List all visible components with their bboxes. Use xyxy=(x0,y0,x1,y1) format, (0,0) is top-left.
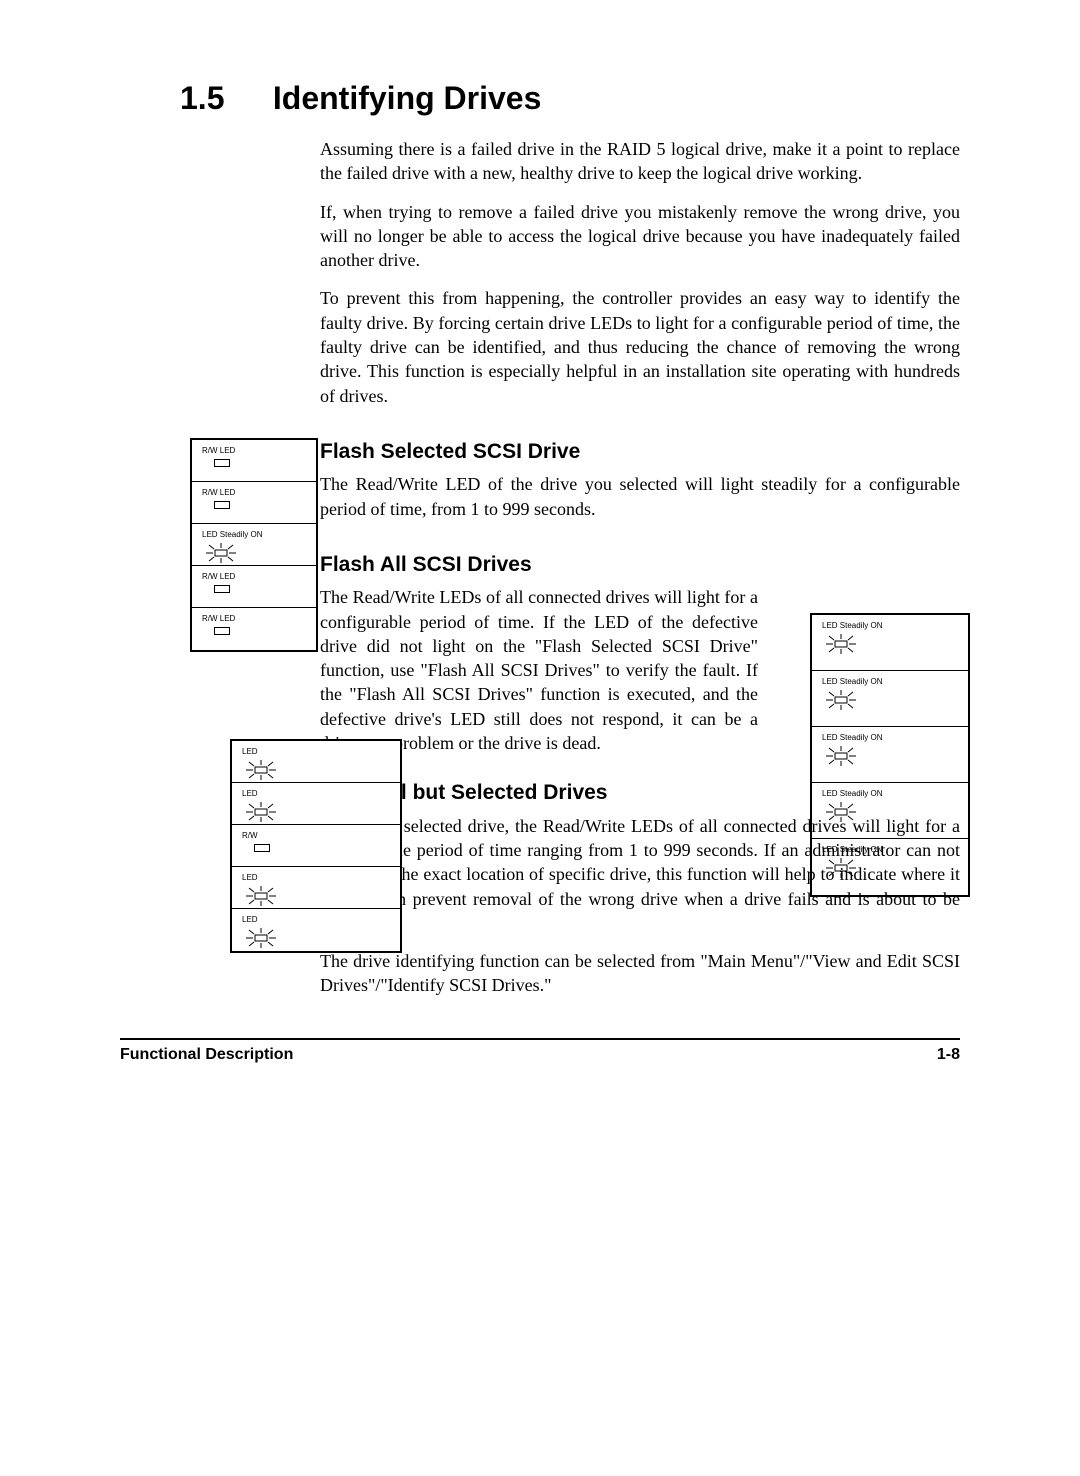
section-heading: 1.5 Identifying Drives xyxy=(180,80,960,117)
page: 1.5 Identifying Drives Assuming there is… xyxy=(0,0,1080,1476)
drive-led-label: LED xyxy=(242,873,258,882)
led-off-icon xyxy=(214,501,230,509)
led-steady-on-icon xyxy=(824,746,962,770)
drive-led-label: LED xyxy=(242,747,258,756)
led-steady-on-icon xyxy=(824,634,962,658)
drive-bay: LED Steadily ON xyxy=(812,615,968,671)
heading-title: Identifying Drives xyxy=(273,80,542,116)
drive-led-label: LED Steadily ON xyxy=(822,677,882,686)
heading-number: 1.5 xyxy=(180,80,264,117)
subheading: Flash All SCSI Drives xyxy=(320,551,960,579)
led-steady-on-icon xyxy=(204,543,310,567)
drive-bay: LED Steadily ON xyxy=(192,524,316,566)
drive-led-label: R/W LED xyxy=(202,572,235,581)
drive-led-label: LED Steadily ON xyxy=(202,530,262,539)
led-off-icon xyxy=(214,627,230,635)
drive-bay: LED xyxy=(232,741,400,783)
led-steady-on-icon xyxy=(824,690,962,714)
section-flash-selected: R/W LEDR/W LEDLED Steadily ONR/W LEDR/W … xyxy=(320,438,960,755)
drive-led-label: R/W xyxy=(242,831,258,840)
led-off-icon xyxy=(214,459,230,467)
drive-bay: R/W LED xyxy=(192,566,316,608)
subsection-body: The Read/Write LED of the drive you sele… xyxy=(320,472,960,521)
drive-bay: LED xyxy=(232,867,400,909)
led-steady-on-icon xyxy=(244,886,394,910)
led-off-icon xyxy=(254,844,270,852)
drive-bay: R/W LED xyxy=(192,608,316,650)
drive-led-label: R/W LED xyxy=(202,446,235,455)
paragraph: To prevent this from happening, the cont… xyxy=(320,286,960,407)
drive-bay: R/W LED xyxy=(192,482,316,524)
drive-bay: LED xyxy=(232,783,400,825)
footer-right: 1-8 xyxy=(937,1046,960,1064)
led-steady-on-icon xyxy=(244,928,394,952)
drive-bay: LED xyxy=(232,909,400,951)
subheading: Flash All but Selected Drives xyxy=(320,779,960,807)
drive-led-label: R/W LED xyxy=(202,488,235,497)
drive-led-label: LED Steadily ON xyxy=(822,621,882,630)
led-steady-on-icon xyxy=(244,760,394,784)
drive-led-label: LED xyxy=(242,915,258,924)
led-steady-on-icon xyxy=(244,802,394,826)
footer-left: Functional Description xyxy=(120,1046,293,1064)
drive-bay: LED Steadily ON xyxy=(812,727,968,783)
body-column: Assuming there is a failed drive in the … xyxy=(320,137,960,998)
led-off-icon xyxy=(214,585,230,593)
drive-led-label: R/W LED xyxy=(202,614,235,623)
drive-bay: R/W xyxy=(232,825,400,867)
diagram-flash-selected: R/W LED R/W LED LED Steadily ON R/W LED R/W … xyxy=(190,438,318,652)
footer-divider xyxy=(120,1038,960,1040)
page-footer: Functional Description 1-8 xyxy=(120,1046,960,1064)
subheading: Flash Selected SCSI Drive xyxy=(320,438,960,466)
drive-led-label: LED xyxy=(242,789,258,798)
drive-bay: R/W LED xyxy=(192,440,316,482)
paragraph: Assuming there is a failed drive in the … xyxy=(320,137,960,186)
subsection-body: The Read/Write LEDs of all connected dri… xyxy=(320,585,758,755)
subsection-body: Except the selected drive, the Read/Writ… xyxy=(320,814,960,935)
diagram-flash-all-but-selected: LED LED R/W LED LED xyxy=(230,739,402,953)
drive-led-label: LED Steadily ON xyxy=(822,733,882,742)
paragraph: If, when trying to remove a failed drive… xyxy=(320,200,960,273)
section-flash-all-but: LEDLEDR/WLEDLED Flash All but Selected D… xyxy=(320,779,960,997)
section-flash-all: The Read/Write LEDs of all connected dri… xyxy=(320,585,960,755)
subsection-body: The drive identifying function can be se… xyxy=(320,949,960,998)
drive-bay: LED Steadily ON xyxy=(812,671,968,727)
